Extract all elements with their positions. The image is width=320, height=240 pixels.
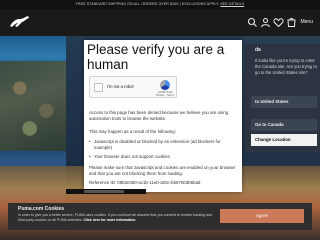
- region-title: da: [255, 47, 261, 53]
- cookie-banner: Puma.com Cookies In order to give you a …: [8, 203, 312, 230]
- recaptcha-label: I'm not a robot: [107, 84, 134, 89]
- cart-icon[interactable]: [286, 17, 297, 28]
- recaptcha-logo-icon: [160, 80, 170, 90]
- promo-text: FREE STANDARD SHIPPING ON ALL ORDERS OVE…: [75, 2, 220, 6]
- reasons-lead: This may happen as a result of the follo…: [89, 129, 176, 134]
- modal-scrollbar[interactable]: [66, 189, 146, 194]
- user-icon[interactable]: [260, 17, 271, 28]
- intro-text: Access to this page has been denied beca…: [89, 110, 229, 122]
- heart-icon[interactable]: [273, 17, 284, 28]
- scrollbar-handle[interactable]: [84, 190, 124, 193]
- go-to-canada-button[interactable]: Go to Canada: [251, 119, 317, 131]
- region-text: It looks like you're trying to enter the…: [255, 58, 317, 75]
- promo-details-link[interactable]: SEE DETAILS: [220, 2, 244, 6]
- recaptcha-checkbox[interactable]: [94, 83, 103, 92]
- promo-bar: FREE STANDARD SHIPPING ON ALL ORDERS OVE…: [0, 0, 320, 9]
- recaptcha-brand: reCAPTCHA Privacy - Terms: [153, 91, 177, 97]
- agree-button[interactable]: Agree: [220, 209, 304, 223]
- change-location-button[interactable]: Change Location: [251, 134, 317, 146]
- instructions-text: Please make sure that Javascript and coo…: [89, 165, 236, 177]
- recaptcha-widget: I'm not a robot reCAPTCHA Privacy - Term…: [89, 76, 177, 98]
- cookie-text: In order to give you a better service, P…: [18, 213, 218, 223]
- cookie-title: Puma.com Cookies: [18, 206, 65, 212]
- cookie-info-link[interactable]: Click here for more information: [83, 218, 135, 222]
- puma-logo[interactable]: [8, 15, 30, 29]
- site-header: Menu: [0, 9, 320, 36]
- reason-item: Your browser does not support cookies: [89, 154, 234, 160]
- captcha-modal: Please verify you are a human I'm not a …: [84, 40, 242, 192]
- region-panel: da It looks like you're trying to enter …: [245, 44, 320, 152]
- reference-id: Reference ID: 09b3e450-ac1b-11eb-a03c-bb…: [89, 180, 201, 185]
- menu-button[interactable]: Menu: [300, 17, 313, 28]
- modal-title: Please verify you are a human: [87, 42, 225, 72]
- reason-item: Javascript is disabled or blocked by an …: [89, 139, 234, 151]
- recaptcha-privacy-terms[interactable]: Privacy - Terms: [153, 94, 177, 97]
- go-to-us-button[interactable]: to United States: [251, 96, 317, 108]
- search-icon[interactable]: [247, 17, 258, 28]
